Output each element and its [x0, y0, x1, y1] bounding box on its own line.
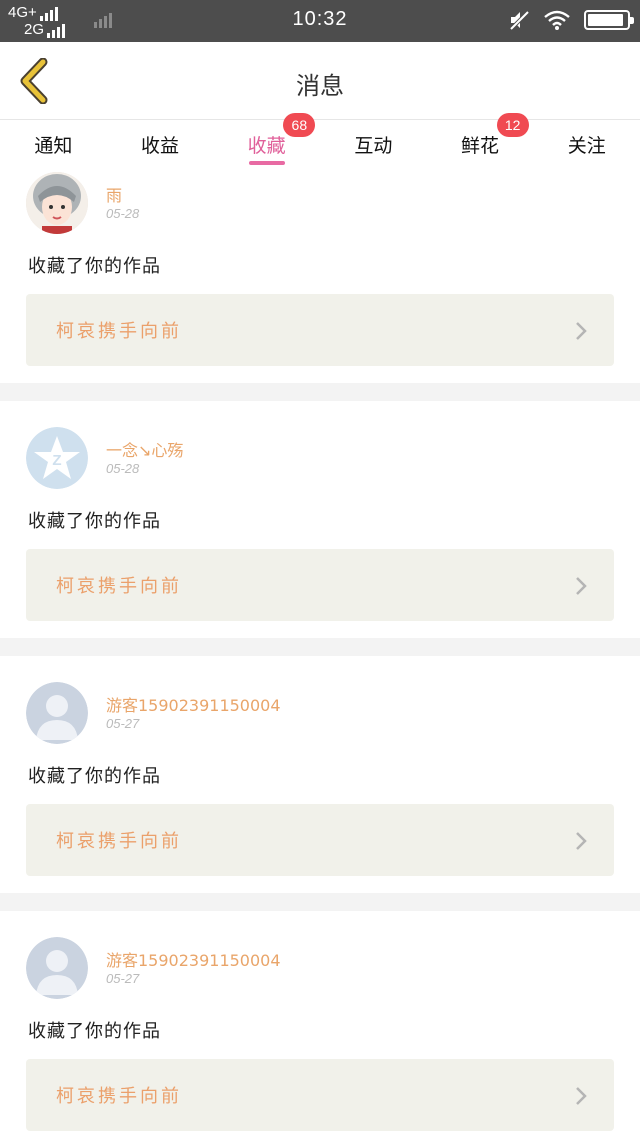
username[interactable]: 游客15902391150004 — [106, 692, 281, 716]
default-avatar-icon — [26, 682, 88, 744]
tab-label: 关注 — [567, 135, 606, 157]
action-text: 收藏了你的作品 — [28, 256, 161, 277]
message-item: Z 一念↘心殇 05-28 收藏了你的作品 柯哀携手向前 — [0, 401, 640, 638]
battery-level — [588, 14, 623, 26]
message-date: 05-27 — [106, 716, 140, 731]
avatar[interactable] — [26, 172, 88, 234]
tab-label: 鲜花 — [461, 135, 500, 157]
divider — [0, 638, 640, 656]
message-item: 游客15902391150004 05-27 收藏了你的作品 柯哀携手向前 — [0, 656, 640, 893]
work-title: 柯哀携手向前 — [56, 576, 182, 597]
battery-icon — [584, 10, 634, 30]
tab-favorites[interactable]: 收藏 68 — [213, 113, 320, 169]
message-date: 05-28 — [106, 206, 140, 221]
username[interactable]: 一念↘心殇 — [106, 437, 183, 461]
header: 消息 — [0, 42, 640, 120]
avatar[interactable]: Z — [26, 427, 88, 489]
work-title: 柯哀携手向前 — [56, 321, 182, 342]
work-link[interactable]: 柯哀携手向前 — [26, 1059, 614, 1131]
divider — [0, 383, 640, 401]
favorites-count-badge: 68 — [283, 113, 316, 137]
work-title: 柯哀携手向前 — [56, 1086, 182, 1107]
chevron-right-icon — [576, 577, 587, 595]
tab-interactions[interactable]: 互动 — [320, 121, 427, 169]
tab-following[interactable]: 关注 — [533, 121, 640, 169]
tab-notifications[interactable]: 通知 — [0, 121, 107, 169]
status-bar: 4G+ 2G 10:32 — [0, 0, 640, 42]
message-item: 游客15902391150004 05-27 收藏了你的作品 柯哀携手向前 — [0, 911, 640, 1138]
message-item: 雨 05-28 收藏了你的作品 柯哀携手向前 — [0, 170, 640, 383]
username[interactable]: 游客15902391150004 — [106, 947, 281, 971]
page-title: 消息 — [296, 72, 344, 100]
tab-flowers[interactable]: 鲜花 12 — [427, 113, 534, 169]
action-text: 收藏了你的作品 — [28, 511, 161, 532]
svg-text:Z: Z — [52, 452, 61, 469]
chevron-right-icon — [576, 1087, 587, 1105]
work-title: 柯哀携手向前 — [56, 831, 182, 852]
message-date: 05-27 — [106, 971, 140, 986]
default-avatar-icon — [26, 937, 88, 999]
tab-label: 互动 — [354, 135, 393, 157]
active-tab-indicator — [248, 161, 285, 165]
work-link[interactable]: 柯哀携手向前 — [26, 294, 614, 366]
tab-earnings[interactable]: 收益 — [107, 121, 214, 169]
action-text: 收藏了你的作品 — [28, 1021, 161, 1042]
chevron-right-icon — [576, 322, 587, 340]
anime-avatar-icon — [26, 172, 88, 234]
tab-label: 收益 — [141, 135, 180, 157]
avatar[interactable] — [26, 682, 88, 744]
work-link[interactable]: 柯哀携手向前 — [26, 804, 614, 876]
tab-label: 收藏 — [247, 135, 286, 157]
wifi-icon — [544, 10, 570, 30]
action-text: 收藏了你的作品 — [28, 766, 161, 787]
tab-label: 通知 — [34, 135, 73, 157]
avatar[interactable] — [26, 937, 88, 999]
mute-icon — [509, 10, 530, 31]
work-link[interactable]: 柯哀携手向前 — [26, 549, 614, 621]
flowers-count-badge: 12 — [496, 113, 529, 137]
username[interactable]: 雨 — [106, 182, 122, 206]
divider — [0, 893, 640, 911]
qzone-avatar-icon: Z — [26, 427, 88, 489]
chevron-right-icon — [576, 832, 587, 850]
message-date: 05-28 — [106, 461, 140, 476]
tab-bar: 通知 收益 收藏 68 互动 鲜花 12 关注 — [0, 113, 640, 169]
